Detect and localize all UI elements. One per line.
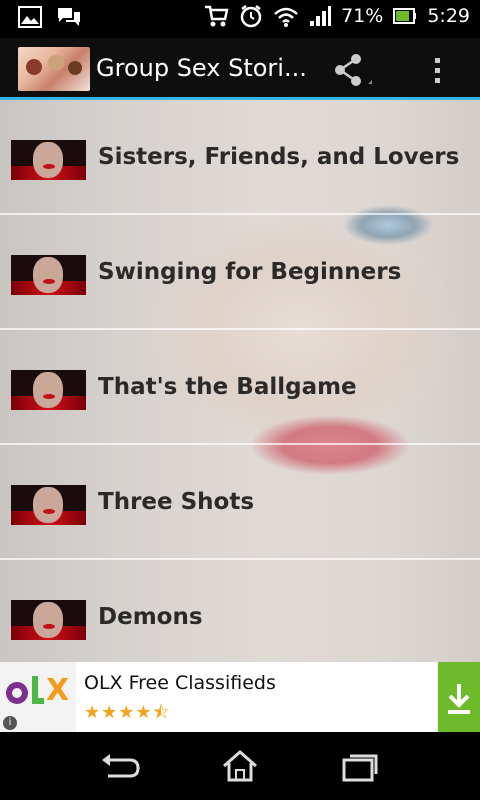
ad-title[interactable]: OLX Free Classifieds	[84, 672, 276, 694]
story-title: Three Shots	[98, 489, 255, 515]
back-icon	[102, 754, 140, 778]
list-item[interactable]: That's the Ballgame	[0, 330, 480, 445]
recent-apps-button[interactable]	[330, 746, 390, 786]
more-vert-icon	[435, 58, 440, 83]
navigation-bar	[0, 732, 480, 800]
home-button[interactable]	[210, 746, 270, 786]
story-thumbnail	[11, 255, 86, 295]
chat-icon	[58, 8, 80, 26]
olx-logo[interactable]: X i	[0, 662, 76, 732]
list-item[interactable]: Demons	[0, 560, 480, 662]
story-thumbnail	[11, 140, 86, 180]
action-bar: Group Sex Stori...	[0, 38, 480, 100]
story-title: That's the Ballgame	[98, 374, 357, 400]
story-title: Demons	[98, 604, 203, 630]
ad-banner[interactable]: X i OLX Free Classifieds ★★★★⯪	[0, 662, 480, 732]
overflow-menu-button[interactable]	[422, 50, 452, 90]
image-icon	[18, 6, 42, 28]
battery-percent: 71%	[341, 5, 384, 27]
clock: 5:29	[427, 5, 470, 27]
back-button[interactable]	[90, 746, 150, 786]
ad-download-button[interactable]	[438, 662, 480, 732]
signal-icon	[310, 6, 332, 26]
download-icon	[448, 684, 470, 714]
story-list-container[interactable]: Sisters, Friends, and Lovers Swinging fo…	[0, 100, 480, 662]
alarm-icon	[240, 5, 262, 28]
battery-icon	[393, 8, 417, 24]
app-logo[interactable]	[18, 47, 90, 91]
home-icon	[223, 750, 257, 782]
recent-apps-icon	[342, 754, 378, 782]
share-icon	[335, 54, 372, 86]
page-title: Group Sex Stori...	[96, 54, 307, 82]
story-thumbnail	[11, 600, 86, 640]
story-list[interactable]: Sisters, Friends, and Lovers Swinging fo…	[0, 100, 480, 662]
cart-icon	[205, 5, 229, 27]
list-item[interactable]: Three Shots	[0, 445, 480, 560]
wifi-icon	[274, 7, 298, 27]
story-thumbnail	[11, 485, 86, 525]
rating-stars: ★★★★⯪	[84, 702, 171, 723]
status-bar: 71% 5:29	[0, 0, 480, 38]
ad-info-icon[interactable]: i	[3, 716, 17, 730]
story-thumbnail	[11, 370, 86, 410]
story-title: Swinging for Beginners	[98, 259, 402, 285]
list-item[interactable]: Swinging for Beginners	[0, 215, 480, 330]
list-item[interactable]: Sisters, Friends, and Lovers	[0, 100, 480, 215]
story-title: Sisters, Friends, and Lovers	[98, 144, 460, 170]
share-button[interactable]	[330, 50, 374, 90]
